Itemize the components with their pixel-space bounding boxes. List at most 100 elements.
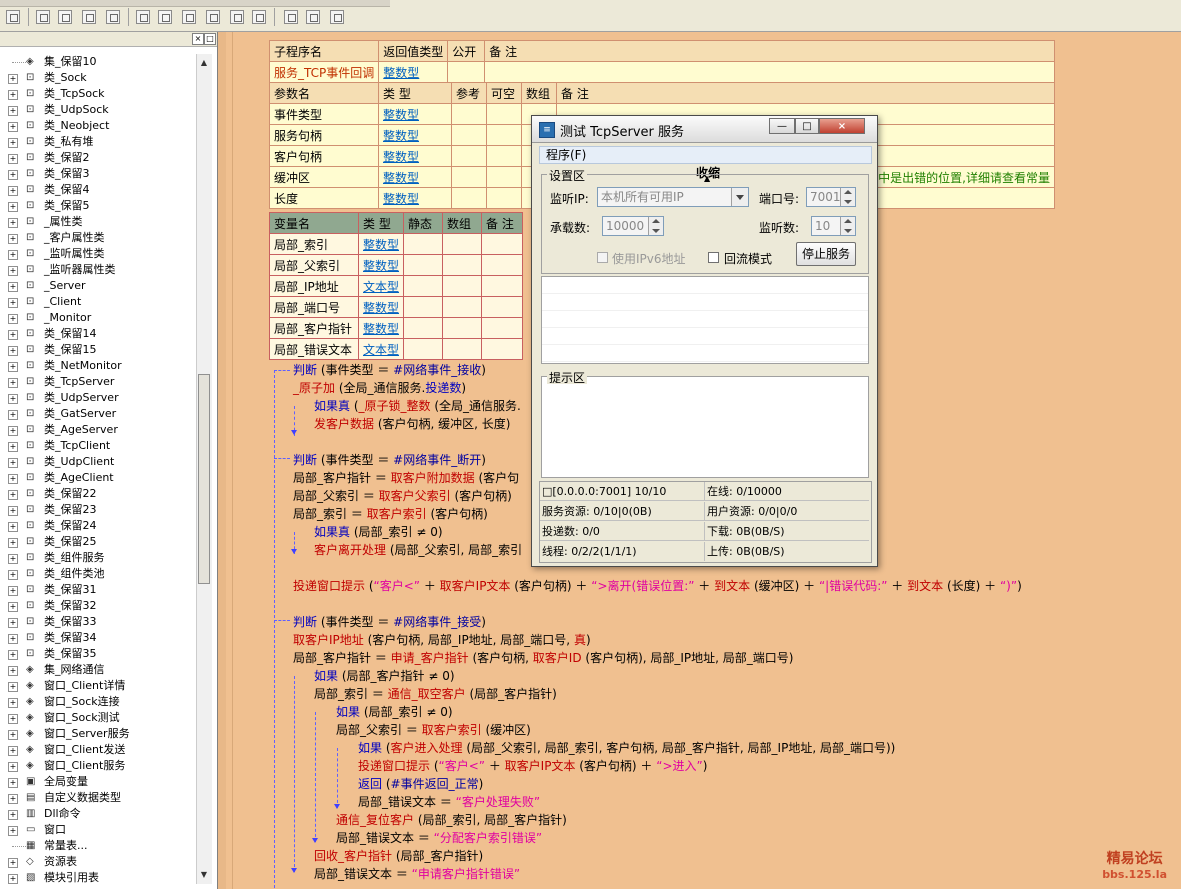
public-cell[interactable] [447,61,486,83]
var-type[interactable]: 文本型 [357,275,405,297]
expand-plus-icon[interactable]: + [8,586,18,596]
code-line[interactable]: 判断 (事件类型 ＝ #网络事件_断开) [293,451,486,468]
expand-plus-icon[interactable]: + [8,362,18,372]
tree-item[interactable]: + ⊡ 类_TcpClient [0,438,196,454]
listen-ip-select[interactable]: 本机所有可用IP [597,187,749,207]
expand-plus-icon[interactable]: + [8,714,18,724]
tree-item[interactable]: + ⊡ _监听器属性类 [0,262,196,278]
spin-arrows-icon[interactable] [840,188,855,206]
expand-plus-icon[interactable]: + [8,202,18,212]
expand-plus-icon[interactable]: + [8,346,18,356]
toolbar-button-icon[interactable] [206,10,220,24]
expand-plus-icon[interactable]: + [8,90,18,100]
tree-item[interactable]: + ▭ 窗口 [0,822,196,838]
code-line[interactable]: 判断 (事件类型 ＝ #网络事件_接受) [293,613,486,630]
tree-item[interactable]: + ▥ Dll命令 [0,806,196,822]
tree-item[interactable]: + ⊡ 类_TcpSock [0,86,196,102]
variable-row[interactable]: 局部_端口号 整数型 [269,296,523,318]
tree-item[interactable]: + ⊡ 类_组件类池 [0,566,196,582]
toolbar-button-icon[interactable] [252,10,266,24]
code-line[interactable]: 判断 (事件类型 ＝ #网络事件_接收) [293,361,486,378]
code-line[interactable]: 客户离开处理 (局部_父索引, 局部_索引 [314,541,522,558]
tree-item[interactable]: + ⊡ _Server [0,278,196,294]
scroll-thumb[interactable] [198,374,210,584]
tree-item[interactable]: + ▣ 全局变量 [0,774,196,790]
tree-item[interactable]: + ⊡ 类_TcpServer [0,374,196,390]
expand-plus-icon[interactable]: + [8,522,18,532]
return-type[interactable]: 整数型 [378,61,449,83]
tree-item[interactable]: + ⊡ 类_保留3 [0,166,196,182]
expand-plus-icon[interactable]: + [8,666,18,676]
param-type[interactable]: 整数型 [378,166,452,188]
variable-row[interactable]: 局部_父索引 整数型 [269,254,523,276]
tree-item[interactable]: + ⊡ 类_保留14 [0,326,196,342]
expand-plus-icon[interactable]: + [8,746,18,756]
comment-cell[interactable] [484,61,1055,83]
capacity-stepper[interactable]: 10000 [602,216,664,236]
var-name[interactable]: 局部_IP地址 [269,275,359,297]
code-line[interactable]: 局部_客户指针 ＝ 申请_客户指针 (客户句柄, 取客户ID (客户句柄), 局… [293,649,793,666]
code-line[interactable]: 投递窗口提示 (“客户<” ＋ 取客户IP文本 (客户句柄) ＋ “>进入”) [358,757,707,774]
expand-plus-icon[interactable]: + [8,426,18,436]
toolbar-button-icon[interactable] [230,10,244,24]
expand-plus-icon[interactable]: + [8,282,18,292]
toolbar-button-icon[interactable] [106,10,120,24]
expand-plus-icon[interactable]: + [8,682,18,692]
code-line[interactable]: 回收_客户指针 (局部_客户指针) [314,847,483,864]
expand-plus-icon[interactable]: + [8,826,18,836]
expand-plus-icon[interactable]: + [8,122,18,132]
close-icon[interactable]: × [819,118,865,134]
toolbar-button-icon[interactable] [284,10,298,24]
tree-item[interactable]: + ◈ 集_网络通信 [0,662,196,678]
expand-plus-icon[interactable]: + [8,442,18,452]
expand-plus-icon[interactable]: + [8,794,18,804]
code-line[interactable]: _原子加 (全局_通信服务.投递数) [293,379,466,396]
subroutine-row[interactable]: 服务_TCP事件回调 整数型 [268,61,1055,83]
expand-plus-icon[interactable]: + [8,330,18,340]
expand-plus-icon[interactable]: + [8,506,18,516]
code-line[interactable]: 局部_错误文本 ＝ “分配客户索引错误” [336,829,542,846]
toolbar-button-icon[interactable] [58,10,72,24]
tree-scrollbar[interactable]: ▲ ▼ [196,54,212,884]
toolbar-button-icon[interactable] [82,10,96,24]
expand-plus-icon[interactable]: + [8,458,18,468]
tree-item[interactable]: + ◈ 窗口_Server服务 [0,726,196,742]
var-type[interactable]: 文本型 [357,338,405,360]
code-line[interactable]: 局部_父索引 ＝ 取客户父索引 (客户句柄) [293,487,512,504]
tree-item[interactable]: + ⊡ 类_保留34 [0,630,196,646]
tree-item[interactable]: + ◈ 窗口_Sock测试 [0,710,196,726]
code-line[interactable]: 局部_索引 ＝ 取客户索引 (客户句柄) [293,505,488,522]
param-name[interactable]: 缓冲区 [269,166,379,188]
var-type[interactable]: 整数型 [357,254,405,276]
expand-plus-icon[interactable]: + [8,554,18,564]
code-line[interactable]: 如果 (局部_客户指针 ≠ 0) [314,667,455,684]
tree-item[interactable]: + ⊡ 类_保留32 [0,598,196,614]
tree-item[interactable]: + ⊡ _属性类 [0,214,196,230]
expand-plus-icon[interactable]: + [8,170,18,180]
code-line[interactable]: 局部_客户指针 ＝ 取客户附加数据 (客户句 [293,469,519,486]
var-name[interactable]: 局部_端口号 [269,296,359,318]
code-line[interactable]: 局部_错误文本 ＝ “申请客户指针错误” [314,865,520,882]
var-name[interactable]: 局部_错误文本 [269,338,359,360]
tree-item[interactable]: + ⊡ 类_AgeClient [0,470,196,486]
var-type[interactable]: 整数型 [357,317,405,339]
toolbar-button-icon[interactable] [36,10,50,24]
tree-item[interactable]: + ◈ 窗口_Sock连接 [0,694,196,710]
param-type[interactable]: 整数型 [378,124,452,146]
toolbar-button-icon[interactable] [136,10,150,24]
tree-item[interactable]: + ⊡ 类_UdpServer [0,390,196,406]
spin-arrows-icon[interactable] [840,217,855,235]
toolbar-button-icon[interactable] [158,10,172,24]
expand-plus-icon[interactable]: + [8,634,18,644]
expand-plus-icon[interactable]: + [8,490,18,500]
code-line[interactable]: 通信_复位客户 (局部_索引, 局部_客户指针) [336,811,567,828]
variable-row[interactable]: 局部_客户指针 整数型 [269,317,523,339]
var-name[interactable]: 局部_父索引 [269,254,359,276]
toolbar-button-icon[interactable] [182,10,196,24]
tree-item[interactable]: + ▧ 模块引用表 [0,870,196,886]
expand-plus-icon[interactable]: + [8,618,18,628]
param-name[interactable]: 客户句柄 [269,145,379,167]
expand-plus-icon[interactable]: + [8,234,18,244]
code-line[interactable]: 如果 (客户进入处理 (局部_父索引, 局部_索引, 客户句柄, 局部_客户指针… [358,739,895,756]
tree-item[interactable]: + ◈ 窗口_Client详情 [0,678,196,694]
